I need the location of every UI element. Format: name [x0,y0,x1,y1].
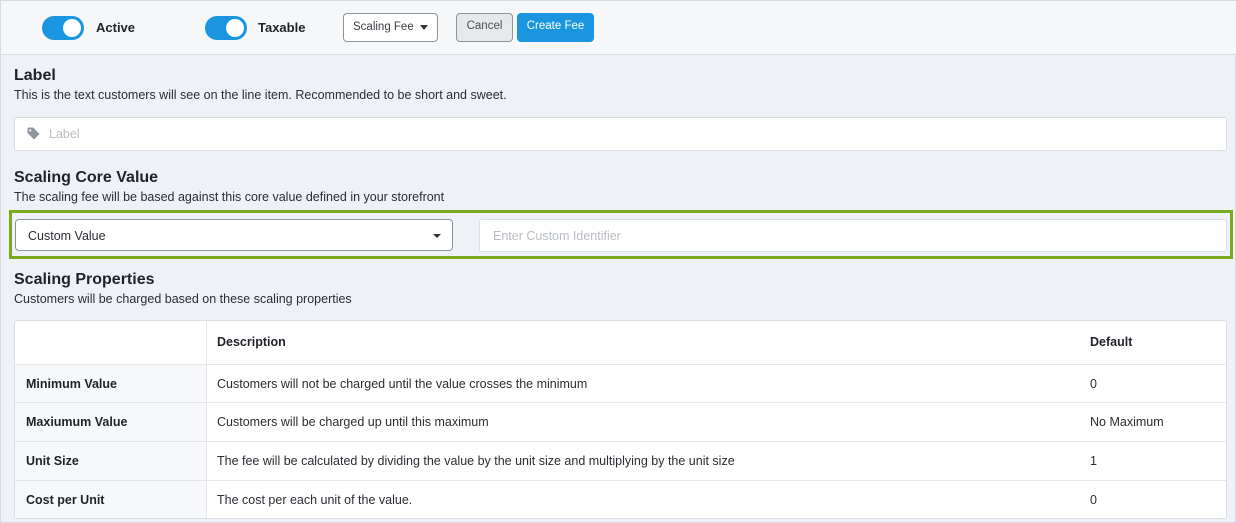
row-description: Customers will be charged up until this … [217,415,489,429]
toolbar: Active Taxable Scaling Fee Cancel Create… [1,1,1236,55]
caret-down-icon [420,25,428,30]
toggle-knob [63,19,81,37]
row-name: Maxiumum Value [26,415,128,429]
row-default: No Maximum [1090,415,1164,429]
row-description: The fee will be calculated by dividing t… [217,454,735,468]
row-name: Unit Size [26,454,79,468]
custom-identifier-placeholder: Enter Custom Identifier [493,229,621,243]
table-row: Unit Size The fee will be calculated by … [15,441,1226,480]
cancel-button[interactable]: Cancel [456,13,513,42]
table-row: Maxiumum Value Customers will be charged… [15,402,1226,441]
core-value-selected: Custom Value [28,229,106,243]
row-name: Cost per Unit [26,493,105,507]
fee-type-selected: Scaling Fee [353,21,414,33]
custom-identifier-input[interactable]: Enter Custom Identifier [479,219,1227,252]
table-header-row: Description Default [15,321,1226,364]
tag-icon [27,127,40,140]
header-description: Description [217,335,286,349]
label-section-description: This is the text customers will see on t… [14,88,507,102]
label-input-placeholder: Label [49,127,80,141]
create-fee-button[interactable]: Create Fee [517,13,594,42]
taxable-label: Taxable [258,20,306,35]
row-default: 0 [1090,377,1097,391]
row-description: Customers will not be charged until the … [217,377,588,391]
label-section-title: Label [14,67,56,84]
active-toggle[interactable] [42,16,84,40]
fee-type-select[interactable]: Scaling Fee [343,13,438,42]
core-value-select[interactable]: Custom Value [15,219,453,251]
core-value-section-title: Scaling Core Value [14,169,159,186]
caret-down-icon [433,234,441,238]
toggle-knob [226,19,244,37]
label-input[interactable]: Label [14,117,1227,151]
scaling-properties-table: Description Default Minimum Value Custom… [14,320,1227,519]
row-description: The cost per each unit of the value. [217,493,413,507]
header-default: Default [1090,335,1133,349]
properties-section-description: Customers will be charged based on these… [14,292,352,306]
properties-section-title: Scaling Properties [14,271,155,288]
taxable-toggle[interactable] [205,16,247,40]
row-default: 1 [1090,454,1097,468]
active-label: Active [96,20,136,35]
row-name: Minimum Value [26,377,117,391]
table-row: Cost per Unit The cost per each unit of … [15,480,1226,518]
core-value-section-description: The scaling fee will be based against th… [14,190,445,204]
row-default: 0 [1090,493,1097,507]
fee-editor-panel: Active Taxable Scaling Fee Cancel Create… [0,0,1236,523]
table-row: Minimum Value Customers will not be char… [15,364,1226,402]
